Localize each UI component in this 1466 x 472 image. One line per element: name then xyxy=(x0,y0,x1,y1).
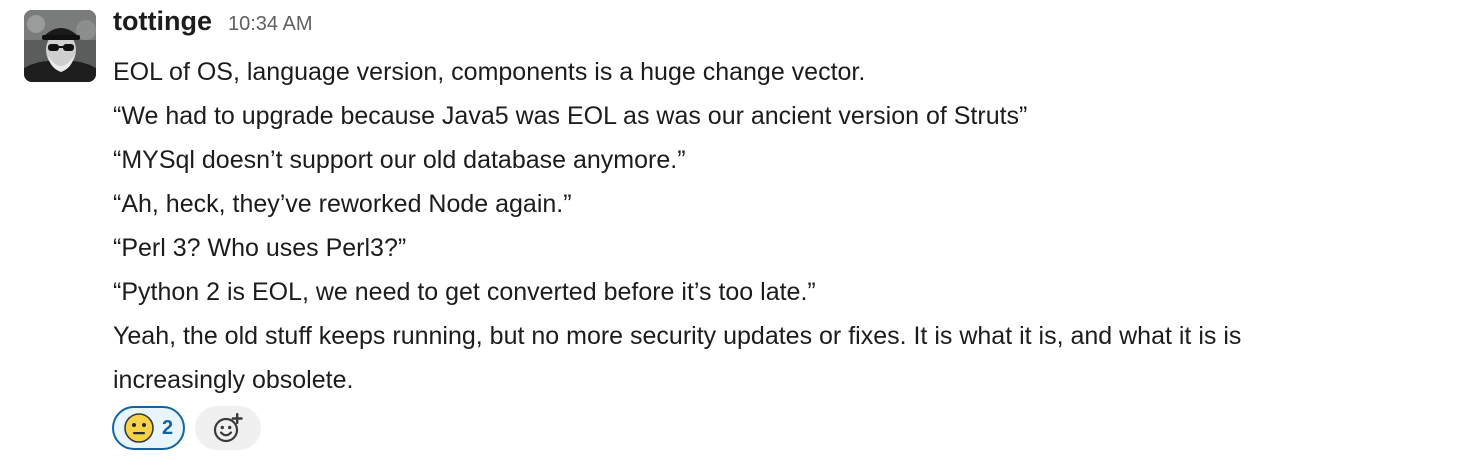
reaction-neutral-face[interactable]: 2 xyxy=(112,406,186,450)
message-line: Yeah, the old stuff keeps running, but n… xyxy=(113,322,1242,350)
avatar-photo xyxy=(24,10,96,82)
author-name[interactable]: tottinge xyxy=(113,6,212,37)
add-reaction-icon xyxy=(214,413,243,443)
message-line: “Python 2 is EOL, we need to get convert… xyxy=(113,278,816,306)
message-line: “Perl 3? Who uses Perl3?” xyxy=(113,234,407,262)
message-line: EOL of OS, language version, components … xyxy=(113,58,866,86)
message: tottinge 10:34 AM EOL of OS, language ve… xyxy=(0,0,1466,472)
message-line: “Ah, heck, they’ve reworked Node again.” xyxy=(113,190,572,218)
neutral-face-emoji-icon xyxy=(124,413,154,443)
timestamp[interactable]: 10:34 AM xyxy=(228,13,313,36)
message-line: “MYSql doesn’t support our old database … xyxy=(113,146,686,174)
message-header: tottinge 10:34 AM xyxy=(113,6,313,46)
avatar[interactable] xyxy=(24,10,96,82)
add-reaction-button[interactable] xyxy=(195,406,262,450)
message-body: EOL of OS, language version, components … xyxy=(113,50,1458,402)
reactions-bar: 2 xyxy=(112,406,262,450)
message-line: increasingly obsolete. xyxy=(113,366,354,394)
message-line: “We had to upgrade because Java5 was EOL… xyxy=(113,102,1028,130)
reaction-count: 2 xyxy=(162,416,174,439)
